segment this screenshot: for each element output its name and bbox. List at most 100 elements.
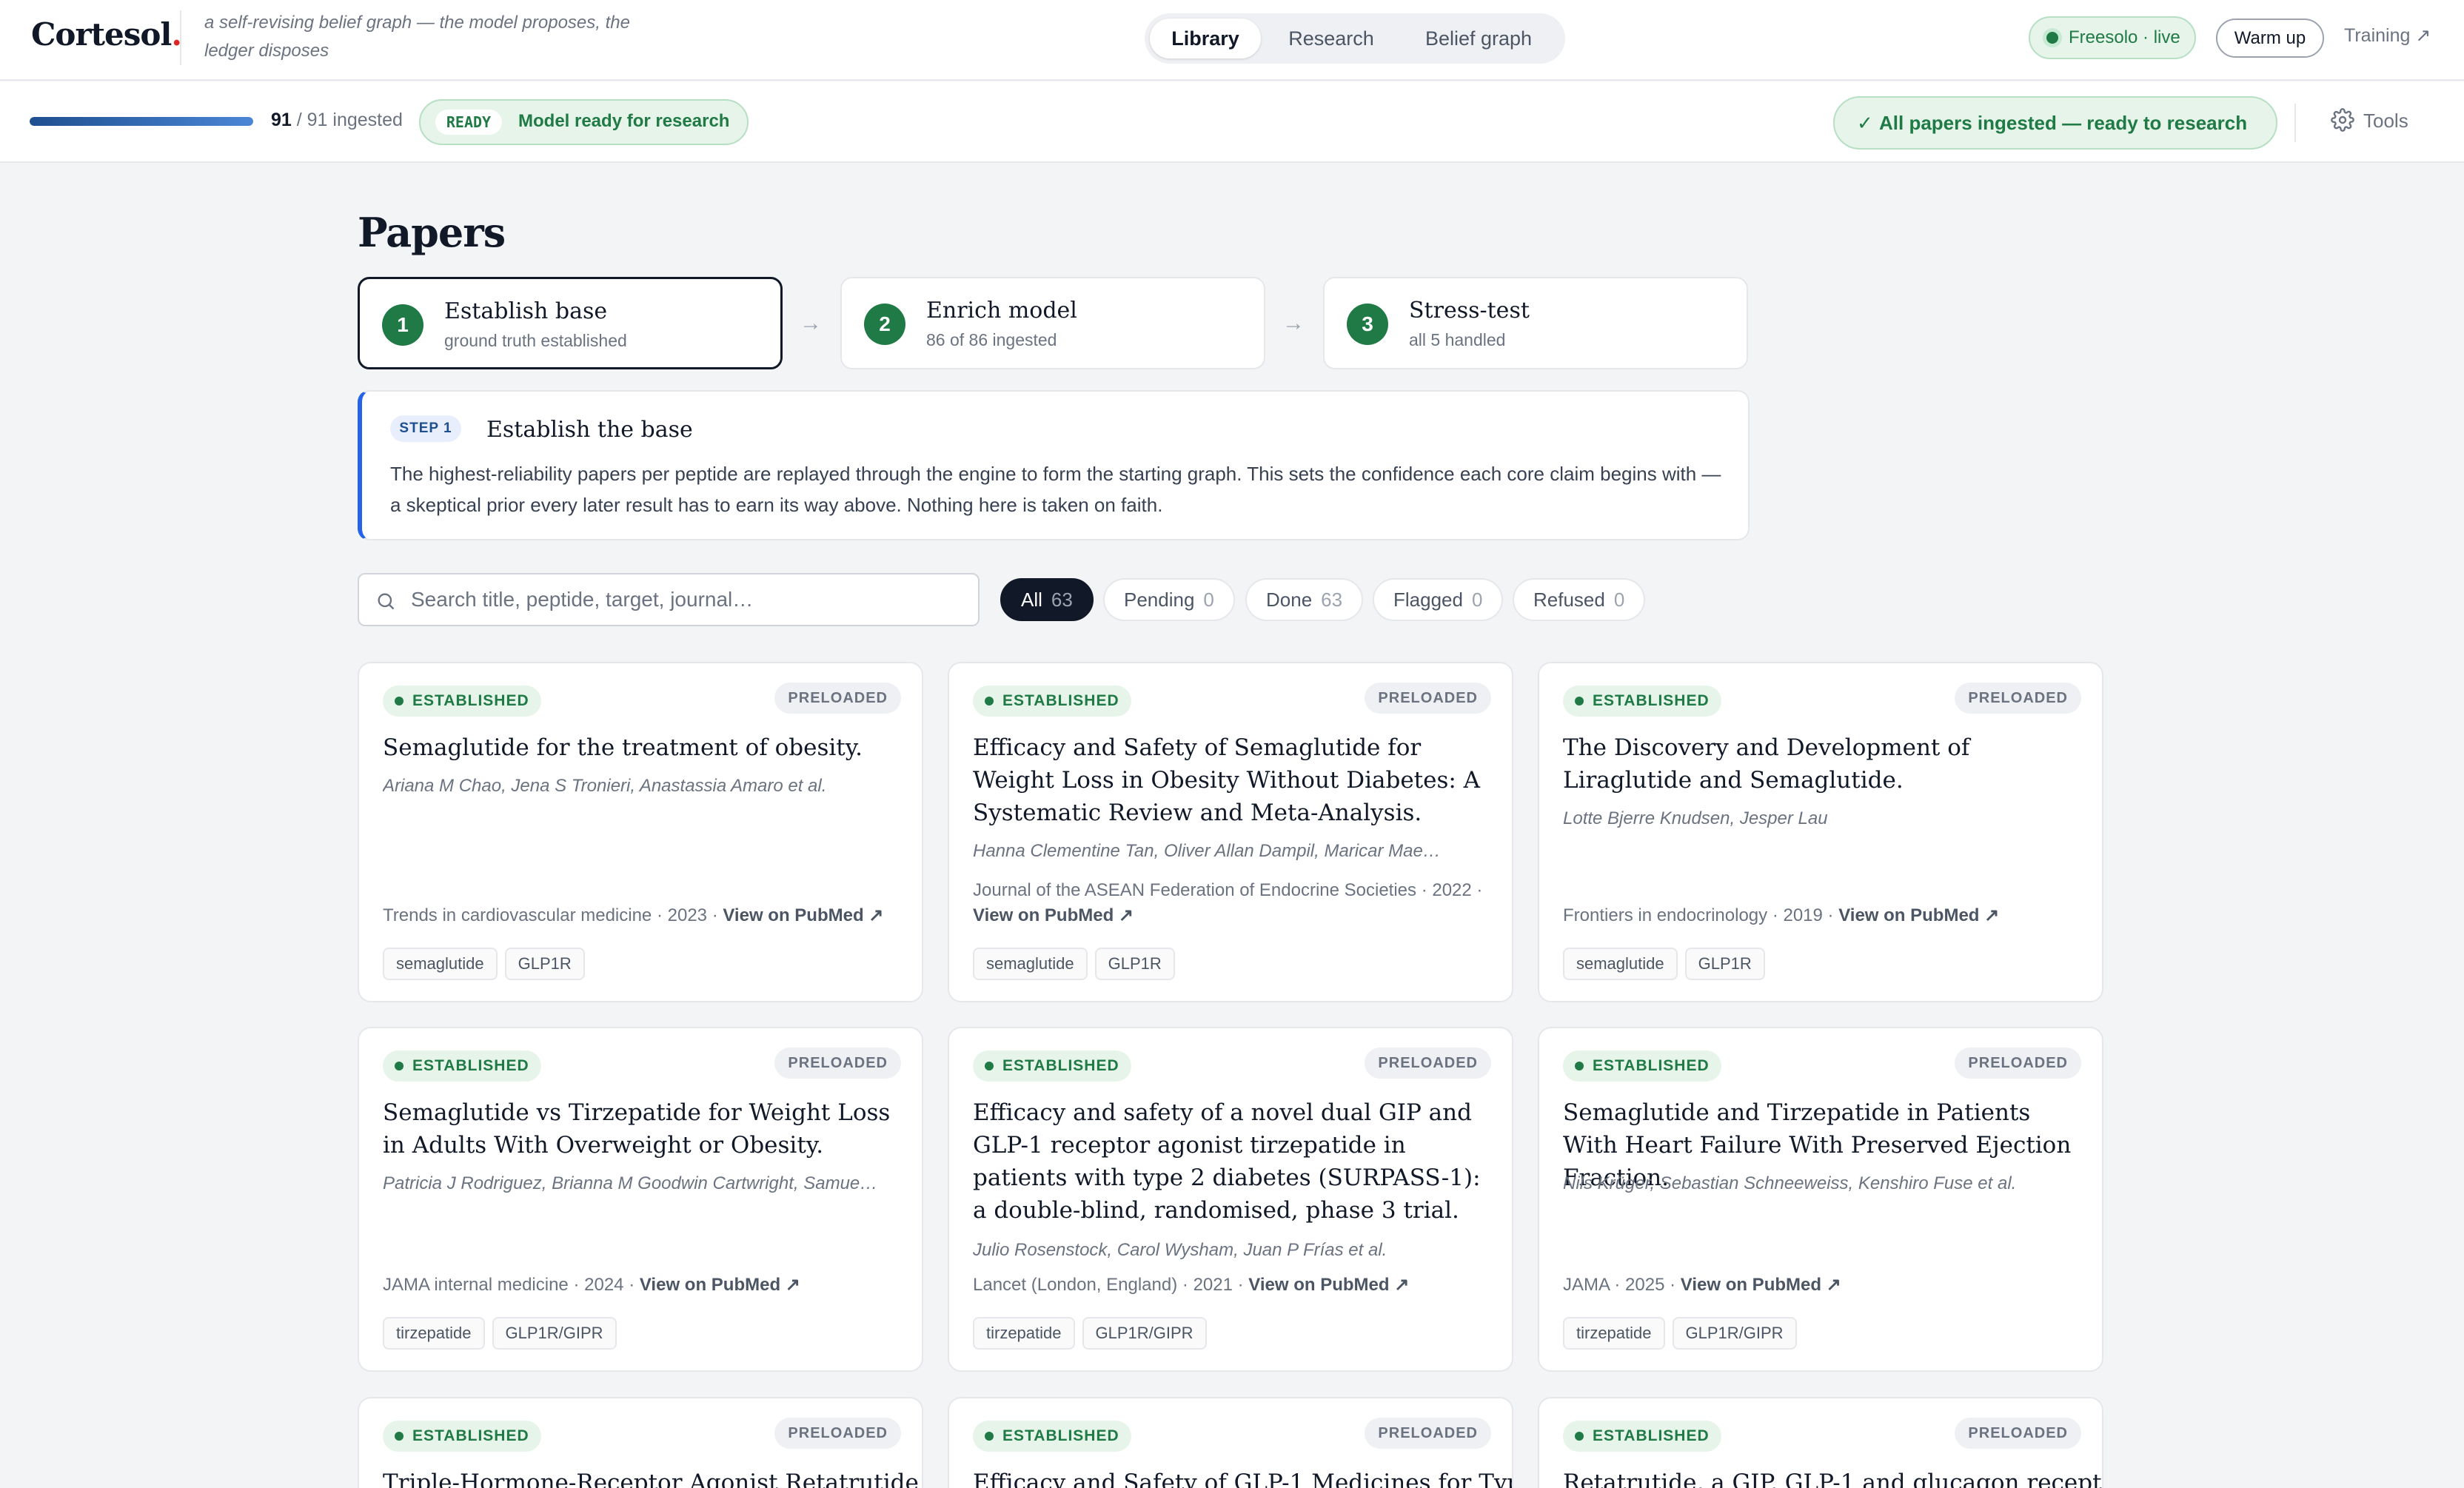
paper-card[interactable]: ESTABLISHED PRELOADED Efficacy and Safet… bbox=[948, 1397, 1513, 1488]
page-title: Papers bbox=[358, 209, 506, 256]
divider bbox=[2294, 104, 2296, 142]
filter-count: 0 bbox=[1613, 589, 1625, 611]
paper-title[interactable]: The Discovery and Development of Liraglu… bbox=[1563, 731, 2081, 797]
step-number: 2 bbox=[864, 304, 905, 345]
tab-belief-graph[interactable]: Belief graph bbox=[1400, 19, 1557, 58]
source-badge: PRELOADED bbox=[1365, 683, 1491, 714]
peptide-tag[interactable]: semaglutide bbox=[1563, 948, 1678, 980]
search-input[interactable] bbox=[411, 585, 959, 614]
paper-title[interactable]: Efficacy and safety of a novel dual GIP … bbox=[973, 1096, 1491, 1227]
paper-title[interactable]: Triple-Hormone-Receptor Agonist Retatrut… bbox=[383, 1467, 922, 1488]
target-tag[interactable]: GLP1R bbox=[1684, 948, 1765, 980]
paper-authors: Patricia J Rodriguez, Brianna M Goodwin … bbox=[383, 1173, 878, 1193]
paper-meta: Trends in cardiovascular medicine · 2023… bbox=[383, 903, 901, 928]
arrow-right-icon: → bbox=[800, 311, 822, 335]
pubmed-link[interactable]: View on PubMed ↗ bbox=[1681, 1275, 1841, 1295]
paper-meta: Lancet (London, England) · 2021 · View o… bbox=[973, 1273, 1491, 1298]
ingest-count: 91 / 91 ingested bbox=[271, 110, 403, 131]
paper-title[interactable]: Efficacy and Safety of GLP-1 Medicines f… bbox=[973, 1467, 1512, 1488]
source-badge: PRELOADED bbox=[1955, 683, 2081, 714]
paper-year: 2021 bbox=[1193, 1275, 1233, 1295]
pubmed-link[interactable]: View on PubMed ↗ bbox=[1248, 1275, 1409, 1295]
app-tagline: a self-revising belief graph — the model… bbox=[204, 13, 630, 61]
separator: · bbox=[1670, 1275, 1676, 1295]
target-tag[interactable]: GLP1R/GIPR bbox=[1082, 1317, 1207, 1350]
status-badge: ESTABLISHED bbox=[383, 686, 541, 717]
pubmed-link[interactable]: View on PubMed ↗ bbox=[973, 905, 1134, 925]
warm-up-button[interactable]: Warm up bbox=[2216, 19, 2324, 58]
all-ingested-button[interactable]: ✓ All papers ingested — ready to researc… bbox=[1833, 96, 2277, 150]
peptide-tag[interactable]: tirzepatide bbox=[383, 1317, 485, 1350]
paper-title[interactable]: Semaglutide for the treatment of obesity… bbox=[383, 731, 901, 764]
peptide-tag[interactable]: semaglutide bbox=[973, 948, 1088, 980]
separator: · bbox=[1476, 880, 1483, 900]
search-icon bbox=[378, 593, 395, 610]
tag-list: tirzepatide GLP1R/GIPR bbox=[383, 1317, 624, 1350]
filter-label: Pending bbox=[1124, 589, 1195, 611]
step-title: Stress-test bbox=[1409, 298, 1530, 324]
training-link[interactable]: Training ↗ bbox=[2344, 24, 2431, 47]
source-badge: PRELOADED bbox=[774, 683, 901, 714]
step-subtitle: all 5 handled bbox=[1409, 330, 1506, 349]
paper-authors: Nils Krüger, Sebastian Schneeweiss, Kens… bbox=[1563, 1173, 2017, 1193]
paper-year: 2024 bbox=[584, 1275, 624, 1295]
step-stress-test[interactable]: 3 Stress-test all 5 handled bbox=[1323, 277, 1748, 369]
peptide-tag[interactable]: tirzepatide bbox=[1563, 1317, 1665, 1350]
step-title: Establish base bbox=[444, 298, 608, 324]
paper-journal: Lancet (London, England) bbox=[973, 1275, 1178, 1295]
paper-card[interactable]: ESTABLISHED PRELOADED Triple-Hormone-Rec… bbox=[358, 1397, 923, 1488]
paper-card[interactable]: ESTABLISHED PRELOADED Semaglutide vs Tir… bbox=[358, 1027, 923, 1372]
source-badge: PRELOADED bbox=[1365, 1418, 1491, 1449]
pubmed-link[interactable]: View on PubMed ↗ bbox=[1838, 905, 1999, 925]
status-badge: ESTABLISHED bbox=[1563, 1050, 1721, 1082]
step-enrich-model[interactable]: 2 Enrich model 86 of 86 ingested bbox=[840, 277, 1265, 369]
pubmed-link[interactable]: View on PubMed ↗ bbox=[640, 1275, 800, 1295]
paper-journal: Trends in cardiovascular medicine bbox=[383, 905, 652, 925]
paper-card[interactable]: ESTABLISHED PRELOADED Efficacy and Safet… bbox=[948, 662, 1513, 1002]
target-tag[interactable]: GLP1R bbox=[1094, 948, 1175, 980]
target-tag[interactable]: GLP1R bbox=[504, 948, 585, 980]
separator: · bbox=[573, 1275, 580, 1295]
step-number: 3 bbox=[1347, 304, 1388, 345]
tab-research[interactable]: Research bbox=[1268, 19, 1394, 58]
paper-title[interactable]: Efficacy and Safety of Semaglutide for W… bbox=[973, 731, 1491, 829]
paper-card[interactable]: ESTABLISHED PRELOADED Semaglutide for th… bbox=[358, 662, 923, 1002]
paper-year: 2023 bbox=[667, 905, 708, 925]
ready-tag: READY bbox=[435, 110, 502, 135]
live-status-pill: Freesolo · live bbox=[2029, 16, 2196, 59]
paper-authors: Lotte Bjerre Knudsen, Jesper Lau bbox=[1563, 808, 1828, 828]
separator: · bbox=[1772, 905, 1778, 925]
target-tag[interactable]: GLP1R/GIPR bbox=[1672, 1317, 1797, 1350]
peptide-tag[interactable]: tirzepatide bbox=[973, 1317, 1075, 1350]
paper-card[interactable]: ESTABLISHED PRELOADED The Discovery and … bbox=[1538, 662, 2103, 1002]
filter-refused[interactable]: Refused 0 bbox=[1513, 578, 1646, 621]
filter-pending[interactable]: Pending 0 bbox=[1103, 578, 1235, 621]
tools-button[interactable]: Tools bbox=[2331, 108, 2408, 133]
tools-label: Tools bbox=[2363, 110, 2408, 132]
app-logo[interactable]: Cortesol. bbox=[31, 16, 182, 53]
filter-flagged[interactable]: Flagged 0 bbox=[1373, 578, 1504, 621]
status-badge: ESTABLISHED bbox=[383, 1050, 541, 1082]
paper-meta: Frontiers in endocrinology · 2019 · View… bbox=[1563, 903, 2081, 928]
paper-title[interactable]: Retatrutide, a GIP, GLP-1 and glucagon r… bbox=[1563, 1467, 2102, 1488]
search-box bbox=[358, 573, 980, 626]
paper-authors: Hanna Clementine Tan, Oliver Allan Dampi… bbox=[973, 841, 1441, 861]
step-establish-base[interactable]: 1 Establish base ground truth establishe… bbox=[358, 277, 783, 369]
filter-count: 63 bbox=[1051, 589, 1073, 611]
paper-year: 2022 bbox=[1432, 880, 1472, 900]
pubmed-link[interactable]: View on PubMed ↗ bbox=[723, 905, 883, 925]
filter-all[interactable]: All 63 bbox=[1000, 578, 1094, 621]
tab-library[interactable]: Library bbox=[1150, 19, 1261, 58]
paper-card[interactable]: ESTABLISHED PRELOADED Efficacy and safet… bbox=[948, 1027, 1513, 1372]
ingest-done-count: 91 bbox=[271, 110, 292, 130]
peptide-tag[interactable]: semaglutide bbox=[383, 948, 498, 980]
paper-card[interactable]: ESTABLISHED PRELOADED Semaglutide and Ti… bbox=[1538, 1027, 2103, 1372]
target-tag[interactable]: GLP1R/GIPR bbox=[492, 1317, 617, 1350]
source-badge: PRELOADED bbox=[1365, 1048, 1491, 1079]
paper-card[interactable]: ESTABLISHED PRELOADED Retatrutide, a GIP… bbox=[1538, 1397, 2103, 1488]
filter-done[interactable]: Done 63 bbox=[1245, 578, 1364, 621]
paper-title[interactable]: Semaglutide vs Tirzepatide for Weight Lo… bbox=[383, 1096, 901, 1162]
paper-year: 2025 bbox=[1625, 1275, 1665, 1295]
ingest-progress-fill bbox=[30, 117, 253, 126]
status-badge: ESTABLISHED bbox=[973, 1050, 1131, 1082]
